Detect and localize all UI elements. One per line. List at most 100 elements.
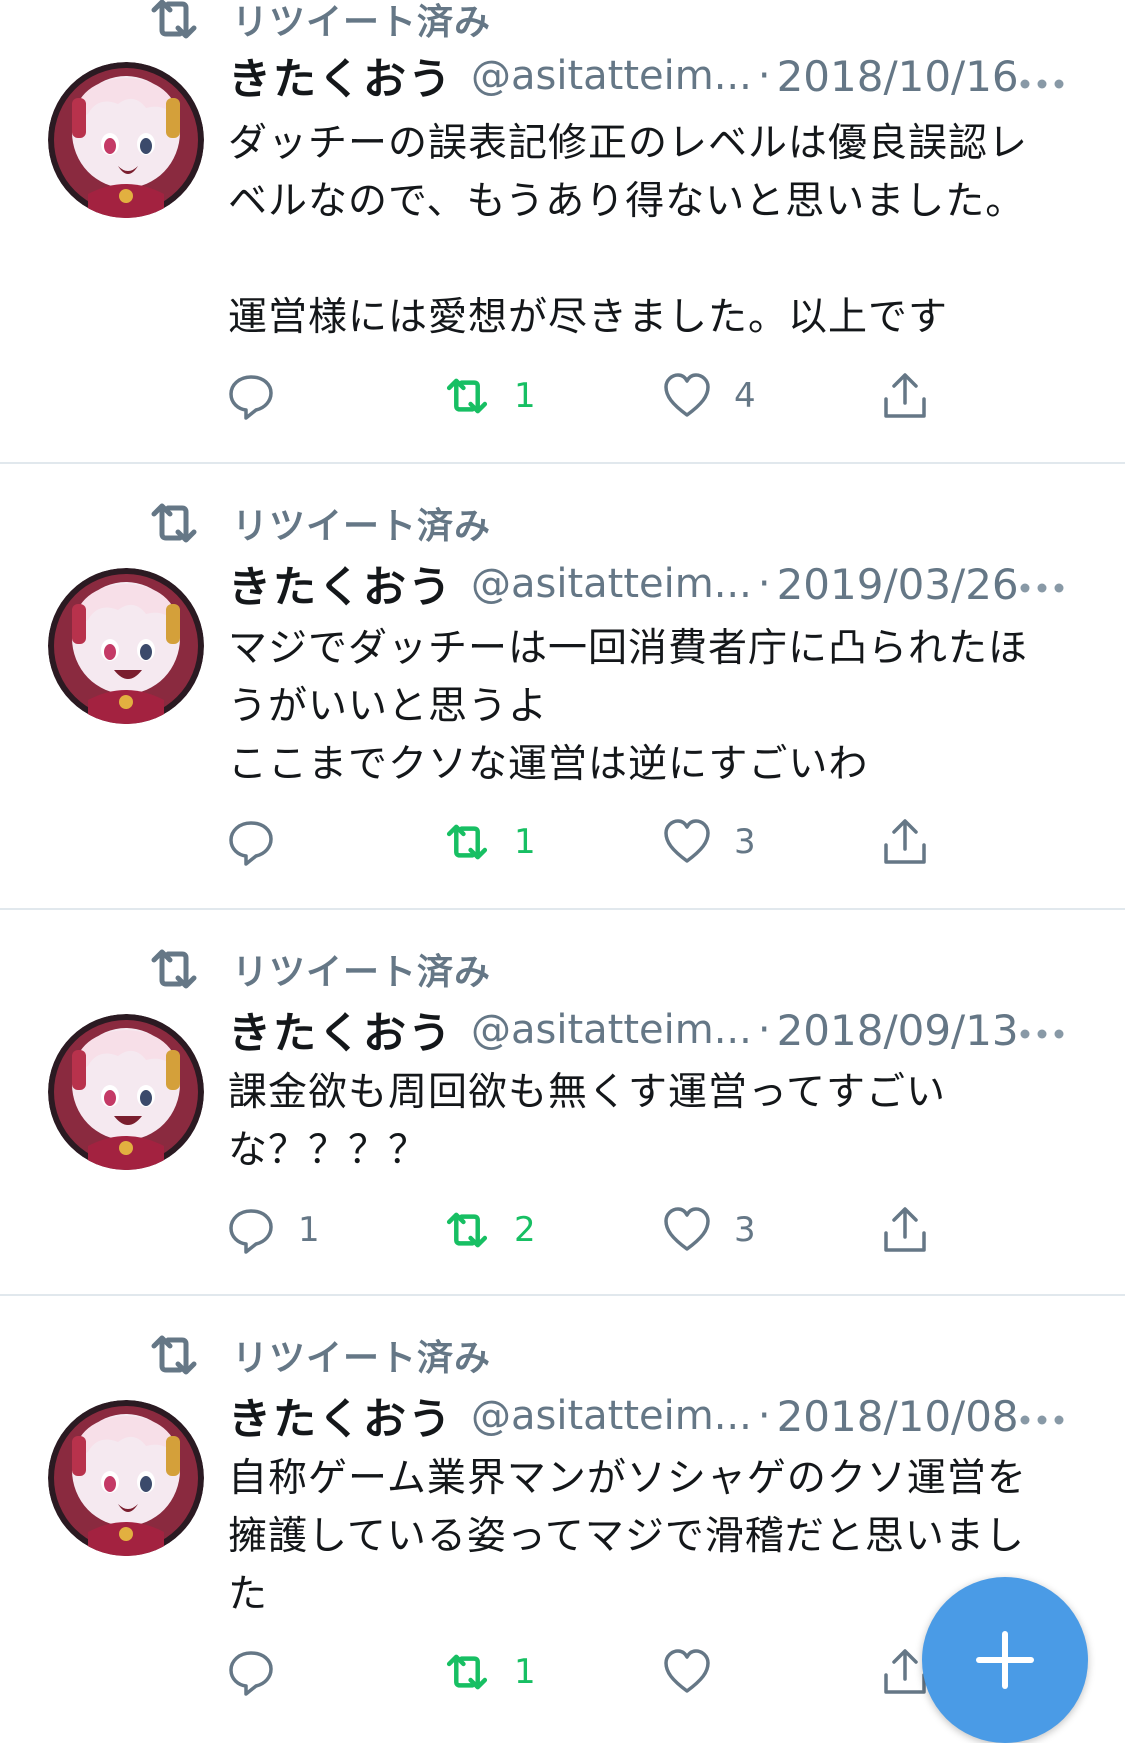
like-button[interactable]: 3 xyxy=(662,1200,756,1260)
retweet-count: 1 xyxy=(514,822,536,862)
avatar-image xyxy=(48,62,204,218)
display-name[interactable]: きたくおう xyxy=(228,45,453,107)
retweet-button[interactable]: 1 xyxy=(442,812,536,872)
reply-button[interactable]: 1 xyxy=(226,1200,320,1260)
tweet-text: マジでダッチーは一回消費者庁に凸られたほ うがいいと思うよ ここまでクソな運営は… xyxy=(228,620,1088,794)
like-count: 3 xyxy=(734,822,756,862)
more-icon[interactable] xyxy=(1019,1413,1065,1427)
more-icon[interactable] xyxy=(1019,581,1065,595)
tweet-header: きたくおう @asitatteim... · 2018/09/13 xyxy=(228,1000,1105,1060)
share-button[interactable] xyxy=(880,812,930,872)
avatar[interactable] xyxy=(48,1014,204,1170)
separator-dot: · xyxy=(757,1393,771,1439)
avatar[interactable] xyxy=(48,62,204,218)
tweet-text: ダッチーの誤表記修正のレベルは優良誤認レ ベルなので、もうあり得ないと思いました… xyxy=(228,115,1088,347)
retweeted-label-row: リツイート済み xyxy=(146,0,491,44)
tweet-text-line: 運営様には愛想が尽きました。以上です xyxy=(228,295,949,340)
like-button[interactable]: 3 xyxy=(662,812,756,872)
retweet-button[interactable]: 2 xyxy=(442,1200,536,1260)
tweet-divider xyxy=(0,1294,1125,1296)
retweeted-label-row: リツイート済み xyxy=(146,498,491,548)
reply-button[interactable] xyxy=(226,812,298,872)
user-handle[interactable]: @asitatteim... xyxy=(471,561,752,607)
tweet-header: きたくおう @asitatteim... · 2018/10/16 xyxy=(228,46,1105,106)
tweet-divider xyxy=(0,462,1125,464)
retweet-icon xyxy=(151,0,197,39)
more-icon[interactable] xyxy=(1019,1027,1065,1041)
share-icon xyxy=(884,373,926,418)
tweet-text-line: ここまでクソな運営は逆にすごいわ xyxy=(228,742,869,787)
display-name[interactable]: きたくおう xyxy=(228,1385,453,1447)
share-button[interactable] xyxy=(880,366,930,426)
avatar-image xyxy=(48,568,204,724)
retweeted-label: リツイート済み xyxy=(232,506,492,547)
retweet-count: 1 xyxy=(514,1652,536,1692)
share-button[interactable] xyxy=(880,1200,930,1260)
compose-tweet-button[interactable] xyxy=(922,1577,1088,1743)
like-button[interactable] xyxy=(662,1642,734,1702)
tweet-header: きたくおう @asitatteim... · 2019/03/26 xyxy=(228,554,1105,614)
tweet-text-line: ベルなので、もうあり得ないと思いました。 xyxy=(228,179,1026,224)
user-handle[interactable]: @asitatteim... xyxy=(471,1393,752,1439)
retweet-button[interactable]: 1 xyxy=(442,1642,536,1702)
retweet-icon xyxy=(446,1212,488,1248)
avatar[interactable] xyxy=(48,1400,204,1556)
avatar[interactable] xyxy=(48,568,204,724)
retweeted-label-row: リツイート済み xyxy=(146,1330,491,1380)
retweeted-label: リツイート済み xyxy=(232,952,492,993)
heart-icon xyxy=(664,1207,710,1251)
share-icon xyxy=(884,819,926,864)
retweeted-label: リツイート済み xyxy=(232,1338,492,1379)
tweet-date[interactable]: 2018/10/16 xyxy=(777,52,1019,101)
tweet-actions: 1 xyxy=(226,1642,946,1702)
reply-count: 1 xyxy=(298,1210,320,1250)
reply-icon xyxy=(229,1209,273,1254)
retweet-icon xyxy=(446,378,488,414)
heart-icon xyxy=(664,373,710,417)
heart-icon xyxy=(664,1649,710,1693)
tweet-text-line: 擁護している姿ってマジで滑稽だと思いまし xyxy=(228,1514,1025,1559)
heart-icon xyxy=(664,819,710,863)
avatar-image xyxy=(48,1014,204,1170)
retweeted-label-row: リツイート済み xyxy=(146,944,491,994)
tweet-text-line: うがいいと思うよ xyxy=(228,684,549,729)
reply-icon xyxy=(229,375,273,420)
tweet-date[interactable]: 2019/03/26 xyxy=(777,560,1019,609)
tweet-divider xyxy=(0,908,1125,910)
retweet-icon xyxy=(151,1335,197,1375)
separator-dot: · xyxy=(757,1007,771,1053)
user-handle[interactable]: @asitatteim... xyxy=(471,53,752,99)
retweet-count: 2 xyxy=(514,1210,536,1250)
tweet-text: 課金欲も周回欲も無くす運営ってすごい な？？？？ xyxy=(228,1064,1088,1180)
reply-button[interactable] xyxy=(226,1642,298,1702)
reply-icon xyxy=(229,821,273,866)
tweet-text-line: ダッチーの誤表記修正のレベルは優良誤認レ xyxy=(228,121,1029,166)
retweet-icon xyxy=(151,949,197,989)
retweeted-label: リツイート済み xyxy=(232,2,492,43)
avatar-image xyxy=(48,1400,204,1556)
like-count: 3 xyxy=(734,1210,756,1250)
retweet-icon xyxy=(446,1654,488,1690)
retweet-count: 1 xyxy=(514,376,536,416)
tweet-date[interactable]: 2018/09/13 xyxy=(777,1006,1019,1055)
reply-button[interactable] xyxy=(226,366,298,426)
separator-dot: · xyxy=(757,561,771,607)
retweet-button[interactable]: 1 xyxy=(442,366,536,426)
more-icon[interactable] xyxy=(1019,77,1065,91)
tweet-text-line: 課金欲も周回欲も無くす運営ってすごい xyxy=(228,1070,947,1115)
reply-icon xyxy=(229,1651,273,1696)
display-name[interactable]: きたくおう xyxy=(228,553,453,615)
like-button[interactable]: 4 xyxy=(662,366,756,426)
tweet-actions: 1 2 3 xyxy=(226,1200,946,1260)
share-icon xyxy=(884,1207,926,1252)
display-name[interactable]: きたくおう xyxy=(228,999,453,1061)
tweet-actions: 1 4 xyxy=(226,366,946,426)
tweet-text-line: な？？？？ xyxy=(228,1128,429,1173)
tweet-header: きたくおう @asitatteim... · 2018/10/08 xyxy=(228,1386,1105,1446)
tweet-actions: 1 3 xyxy=(226,812,946,872)
tweet-date[interactable]: 2018/10/08 xyxy=(777,1392,1019,1441)
tweet-text-line: マジでダッチーは一回消費者庁に凸られたほ xyxy=(228,626,1029,671)
tweet-text-line: 自称ゲーム業界マンがソシャゲのクソ運営を xyxy=(228,1456,1027,1501)
user-handle[interactable]: @asitatteim... xyxy=(471,1007,752,1053)
